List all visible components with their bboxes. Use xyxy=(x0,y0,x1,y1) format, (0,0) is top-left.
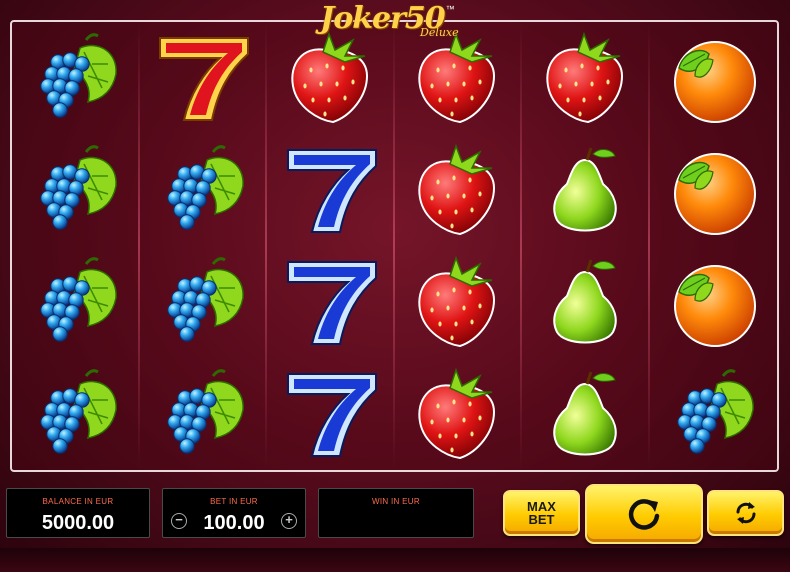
win-panel: WIN IN EUR xyxy=(318,488,474,538)
reel-cell xyxy=(140,246,268,358)
reel-cell xyxy=(140,134,268,246)
reel-cell xyxy=(395,134,523,246)
seven-blue-icon xyxy=(276,140,386,240)
reel-grid xyxy=(12,22,777,470)
max-bet-button[interactable]: MAX BET xyxy=(503,490,580,536)
grapes-icon xyxy=(28,366,124,462)
seven-blue-icon xyxy=(276,364,386,464)
orange-icon xyxy=(665,142,761,238)
reel-cell xyxy=(12,134,140,246)
pear-icon xyxy=(541,254,631,350)
reel-cell xyxy=(12,358,140,470)
reel-cell xyxy=(650,134,778,246)
grapes-icon xyxy=(28,254,124,350)
logo-trademark: ™ xyxy=(445,4,455,14)
reel-cell xyxy=(650,246,778,358)
reel-cell xyxy=(12,22,140,134)
balance-label: BALANCE IN EUR xyxy=(42,497,114,506)
strawberry-icon xyxy=(410,254,506,350)
bet-increase-button[interactable]: + xyxy=(281,513,297,529)
reel-cell xyxy=(267,358,395,470)
pear-icon xyxy=(541,366,631,462)
reel-cell xyxy=(140,22,268,134)
win-label: WIN IN EUR xyxy=(372,497,420,506)
seven-red-icon xyxy=(148,28,258,128)
bottom-bar xyxy=(0,548,790,572)
pear-icon xyxy=(541,142,631,238)
reel-cell xyxy=(395,246,523,358)
reel-cell xyxy=(140,358,268,470)
max-bet-label: MAX BET xyxy=(527,499,556,527)
balance-panel: BALANCE IN EUR 5000.00 xyxy=(6,488,150,538)
logo-subtitle: Deluxe xyxy=(420,26,459,39)
reel-cell xyxy=(395,358,523,470)
grapes-icon xyxy=(28,30,124,126)
seven-blue-icon xyxy=(276,252,386,352)
reel-cell xyxy=(267,134,395,246)
autoplay-icon xyxy=(736,502,755,524)
orange-icon xyxy=(665,30,761,126)
game-logo: Joker50 ™ Deluxe xyxy=(320,2,470,46)
control-bar: BALANCE IN EUR 5000.00 BET IN EUR 100.00… xyxy=(0,484,790,544)
reel-cell xyxy=(12,246,140,358)
bet-panel: BET IN EUR 100.00 − + xyxy=(162,488,306,538)
reel-cell xyxy=(522,246,650,358)
reel-cell xyxy=(650,358,778,470)
grapes-icon xyxy=(665,366,761,462)
spin-button[interactable] xyxy=(585,484,703,544)
strawberry-icon xyxy=(410,142,506,238)
balance-value: 5000.00 xyxy=(41,512,115,534)
reel-cell xyxy=(267,246,395,358)
grapes-icon xyxy=(155,254,251,350)
autoplay-button[interactable] xyxy=(707,490,784,536)
orange-icon xyxy=(665,254,761,350)
reel-cell xyxy=(522,358,650,470)
bet-label: BET IN EUR xyxy=(210,497,258,506)
grapes-icon xyxy=(155,142,251,238)
strawberry-icon xyxy=(410,366,506,462)
bet-decrease-button[interactable]: − xyxy=(171,513,187,529)
reel-cell xyxy=(650,22,778,134)
grapes-icon xyxy=(28,142,124,238)
grapes-icon xyxy=(155,366,251,462)
reel-cell xyxy=(522,22,650,134)
reel-cell xyxy=(522,134,650,246)
strawberry-icon xyxy=(538,30,634,126)
spin-arrow-icon xyxy=(628,499,660,530)
